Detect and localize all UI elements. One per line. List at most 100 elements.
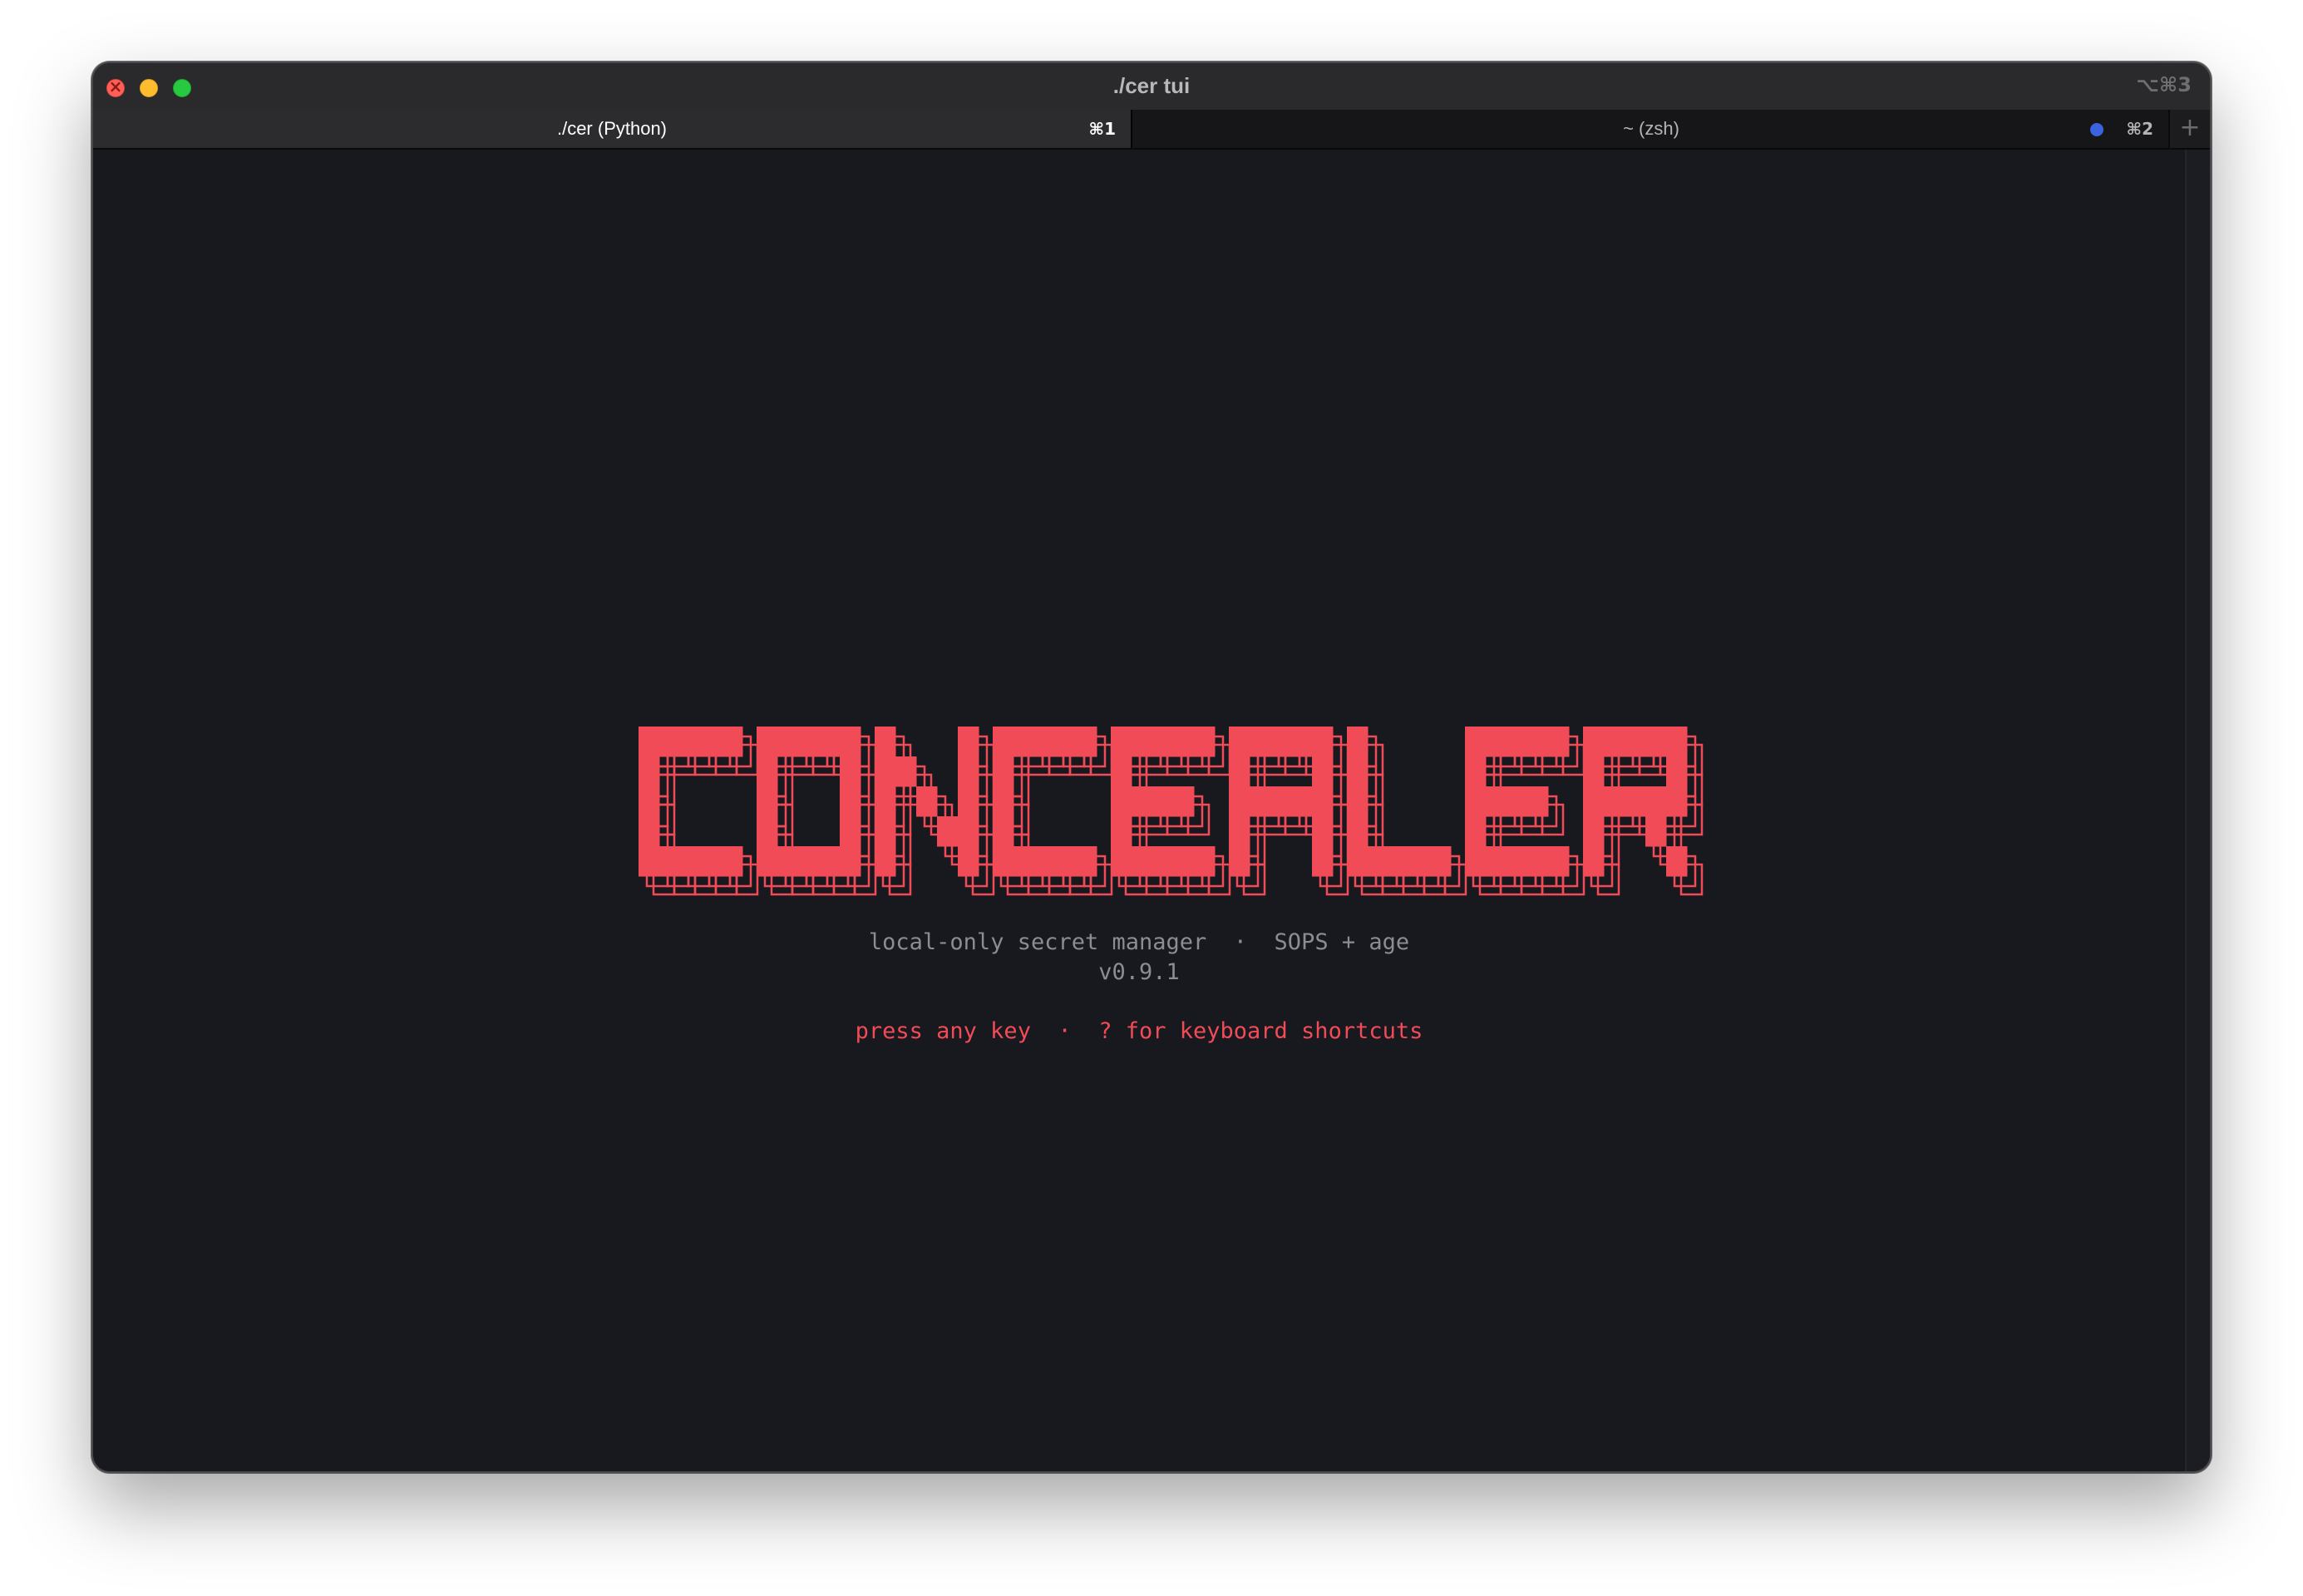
- logo-block: [875, 816, 896, 847]
- logo-block: [1347, 727, 1368, 757]
- logo-block: [1583, 846, 1605, 877]
- logo-block: [777, 846, 799, 877]
- logo-letter-o: [757, 727, 861, 877]
- logo-block: [993, 846, 1014, 877]
- concealer-logo: [639, 727, 1704, 896]
- logo-block: [1486, 786, 1507, 817]
- logo-block: [958, 786, 979, 817]
- logo-block: [1465, 816, 1487, 847]
- logo-block: [722, 727, 743, 757]
- logo-block: [1111, 846, 1132, 877]
- logo-block: [958, 846, 979, 877]
- logo-block: [639, 816, 660, 847]
- logo-block: [819, 727, 841, 757]
- logo-block: [958, 756, 979, 787]
- logo-block: [757, 846, 778, 877]
- plus-icon: +: [2179, 113, 2201, 142]
- logo-block: [1507, 727, 1528, 757]
- logo-block: [1034, 727, 1056, 757]
- logo-block: [958, 727, 979, 757]
- tab-label: ~ (zsh): [1623, 118, 1679, 139]
- tagline: local-only secret manager · SOPS + age: [868, 929, 1410, 955]
- logo-fill-layer: [639, 727, 1688, 877]
- logo-letter-n: [875, 727, 979, 877]
- logo-block: [1527, 727, 1549, 757]
- logo-block: [1409, 846, 1431, 877]
- logo-block: [659, 727, 681, 757]
- tab-shortcut: ⌘1: [1088, 119, 1116, 139]
- logo-block: [1465, 846, 1487, 877]
- logo-block: [1666, 786, 1688, 817]
- logo-block: [1173, 786, 1195, 817]
- logo-block: [722, 846, 743, 877]
- logo-block: [1583, 756, 1605, 787]
- version-label: v0.9.1: [1098, 959, 1180, 985]
- logo-block: [1055, 727, 1077, 757]
- logo-block: [639, 786, 660, 817]
- logo-block: [1173, 727, 1195, 757]
- logo-block: [840, 816, 861, 847]
- logo-block: [1194, 727, 1216, 757]
- logo-block: [701, 846, 722, 877]
- terminal-content[interactable]: local-only secret manager · SOPS + age v…: [93, 150, 2185, 1471]
- logo-block: [958, 816, 979, 847]
- logo-block: [1312, 846, 1334, 877]
- logo-letter-r: [1583, 727, 1688, 877]
- logo-block: [1312, 727, 1334, 757]
- new-tab-button[interactable]: +: [2168, 110, 2210, 148]
- logo-letter-a: [1229, 727, 1334, 877]
- logo-block: [1132, 786, 1153, 817]
- logo-block: [757, 816, 778, 847]
- logo-block: [1388, 846, 1410, 877]
- logo-block: [639, 846, 660, 877]
- logo-block: [1013, 727, 1035, 757]
- logo-block: [1430, 846, 1452, 877]
- logo-block: [777, 727, 799, 757]
- logo-block: [1312, 786, 1334, 817]
- logo-block: [1229, 786, 1250, 817]
- scrollbar[interactable]: [2185, 150, 2210, 1471]
- logo-block: [1291, 786, 1313, 817]
- logo-block: [659, 846, 681, 877]
- logo-block: [840, 756, 861, 787]
- logo-block: [1111, 756, 1132, 787]
- logo-block: [1076, 846, 1097, 877]
- logo-block: [1507, 846, 1528, 877]
- logo-block: [840, 846, 861, 877]
- logo-block: [1527, 846, 1549, 877]
- logo-block: [937, 816, 959, 847]
- logo-block: [1270, 786, 1292, 817]
- tab-zsh[interactable]: ~ (zsh) ⌘2: [1131, 110, 2170, 148]
- logo-block: [1152, 786, 1174, 817]
- logo-block: [1486, 846, 1507, 877]
- logo-block: [1548, 727, 1570, 757]
- logo-block: [875, 846, 896, 877]
- logo-block: [1076, 727, 1097, 757]
- logo-block: [819, 846, 841, 877]
- logo-block: [1625, 786, 1646, 817]
- logo-letter-e: [1465, 727, 1570, 877]
- logo-block: [1583, 727, 1605, 757]
- logo-block: [798, 846, 820, 877]
- logo-block: [1368, 846, 1389, 877]
- logo-block: [1645, 816, 1667, 847]
- logo-block: [993, 786, 1014, 817]
- title-bar[interactable]: ./cer tui ⌥⌘3: [93, 63, 2210, 110]
- logo-block: [1486, 727, 1507, 757]
- terminal-window: ./cer tui ⌥⌘3 ./cer (Python) ⌘1 ~ (zsh) …: [91, 62, 2212, 1473]
- logo-block: [680, 846, 702, 877]
- logo-block: [1194, 846, 1216, 877]
- logo-block: [1645, 786, 1667, 817]
- logo-block: [639, 727, 660, 757]
- logo-block: [1111, 727, 1132, 757]
- logo-letter-l: [1347, 727, 1452, 877]
- logo-block: [895, 756, 917, 787]
- tab-python[interactable]: ./cer (Python) ⌘1: [93, 110, 1131, 148]
- logo-block: [993, 816, 1014, 847]
- logo-block: [1465, 756, 1487, 787]
- logo-block: [1347, 846, 1368, 877]
- logo-block: [1465, 786, 1487, 817]
- logo-block: [1229, 727, 1250, 757]
- logo-block: [1229, 816, 1250, 847]
- logo-block: [798, 727, 820, 757]
